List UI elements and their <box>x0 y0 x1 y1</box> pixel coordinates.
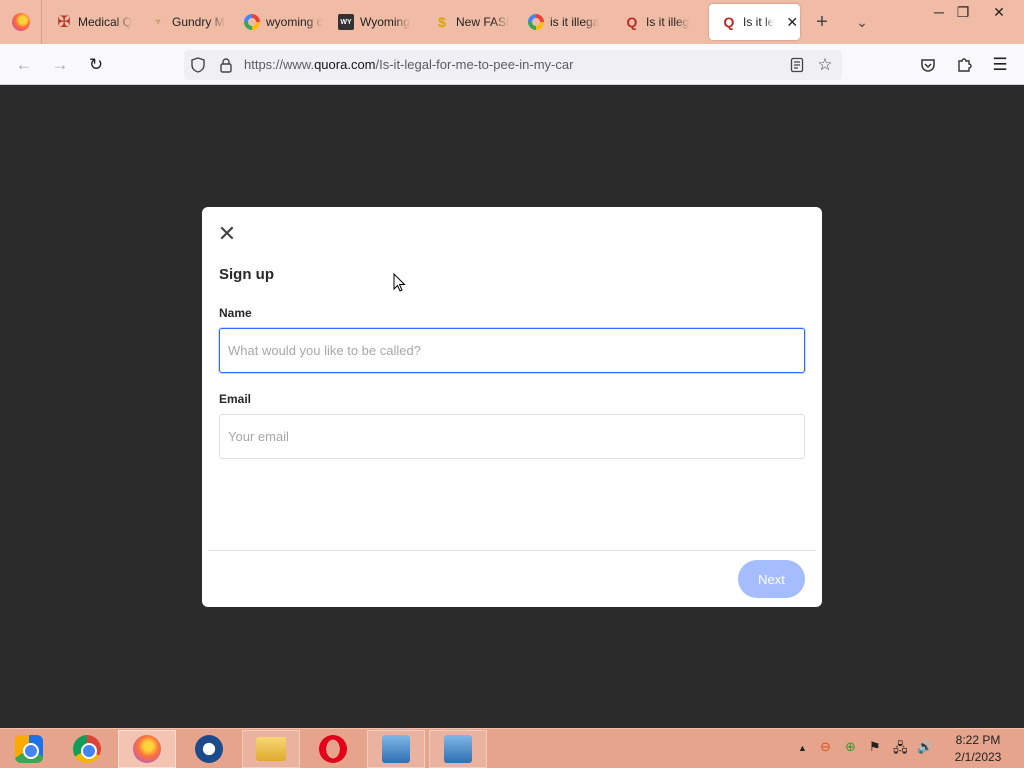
taskbar-file-explorer[interactable] <box>242 730 300 768</box>
close-icon[interactable]: ✕ <box>216 223 238 245</box>
tab-strip: ✠ Medical Q ♆ Gundry M G wyoming c WY Wy… <box>0 0 1024 44</box>
extensions-puzzle-icon[interactable] <box>951 52 977 78</box>
quora-favicon-icon: Q <box>626 14 638 30</box>
gundry-favicon-icon: ♆ <box>153 16 163 28</box>
system-clock[interactable]: 8:22 PM 2/1/2023 <box>946 732 1010 766</box>
fasi-favicon-icon: $ <box>438 14 446 30</box>
openvpn-icon <box>195 735 223 763</box>
google-favicon-icon: G <box>528 14 544 30</box>
tab-quora-illegal[interactable]: Q Is it illeg <box>612 0 704 44</box>
modal-title: Sign up <box>219 266 274 283</box>
taskbar-firefox[interactable] <box>118 730 176 768</box>
next-button[interactable]: Next <box>738 560 805 598</box>
lock-icon[interactable] <box>216 55 236 75</box>
url-prefix: https://www. <box>244 57 315 72</box>
email-input[interactable] <box>219 414 805 459</box>
tab-title: wyoming c <box>266 15 323 29</box>
medical-favicon-icon: ✠ <box>57 14 71 31</box>
hamburger-menu-icon[interactable]: ☰ <box>987 52 1013 78</box>
network-status-icon[interactable]: 🖧 <box>893 739 908 761</box>
taskbar-chromium[interactable] <box>0 730 58 768</box>
tab-title: New FASI <box>456 15 510 29</box>
tracking-protection-shield-icon[interactable] <box>188 55 208 75</box>
google-favicon-icon: G <box>244 14 260 30</box>
tab-title: Wyoming <box>360 15 410 29</box>
forward-arrow-icon[interactable]: → <box>47 52 73 78</box>
url-text: https://www.quora.com/Is-it-legal-for-me… <box>244 57 573 72</box>
modal-divider <box>208 550 816 551</box>
navigation-toolbar: ← → ↻ https://www.quora.com/Is-it-legal-… <box>0 44 1024 85</box>
chromium-icon <box>15 735 43 763</box>
tab-medical[interactable]: ✠ Medical Q <box>44 0 136 44</box>
address-bar[interactable]: https://www.quora.com/Is-it-legal-for-me… <box>184 50 842 80</box>
volume-icon[interactable]: 🔊 <box>917 739 933 755</box>
url-domain: quora.com <box>314 57 376 72</box>
stop-tray-icon[interactable]: ⊖ <box>820 739 831 755</box>
tab-gundry[interactable]: ♆ Gundry M <box>138 0 230 44</box>
list-all-tabs-chevron-icon[interactable]: ⌄ <box>850 10 874 34</box>
windows-taskbar: ▲ ⊖ ⊕ ⚑ 🖧 🔊 8:22 PM 2/1/2023 <box>0 728 1024 768</box>
tab-title: Medical Q <box>78 15 133 29</box>
clock-date: 2/1/2023 <box>954 750 1002 764</box>
tab-new-fasi[interactable]: $ New FASI <box>422 0 514 44</box>
network-icon <box>444 735 472 763</box>
url-path: /Is-it-legal-for-me-to-pee-in-my-car <box>375 57 574 72</box>
bookmark-star-icon[interactable]: ☆ <box>815 55 835 75</box>
show-hidden-icons-chevron-icon[interactable]: ▲ <box>798 743 807 753</box>
pocket-icon[interactable] <box>915 52 941 78</box>
restore-button[interactable]: ❐ <box>946 0 980 24</box>
new-tab-button[interactable]: + <box>810 10 834 34</box>
close-tab-icon[interactable]: ✕ <box>786 14 798 31</box>
email-label: Email <box>219 392 252 406</box>
taskbar-openvpn[interactable] <box>180 730 238 768</box>
tab-quora-legal-active[interactable]: Q Is it le ✕ <box>709 4 800 40</box>
tab-is-it-illegal-search[interactable]: G is it illega <box>516 0 608 44</box>
tab-title: Is it illeg <box>646 15 690 29</box>
close-window-button[interactable]: ✕ <box>982 0 1016 24</box>
firefox-icon <box>133 735 161 763</box>
quora-favicon-icon: Q <box>723 14 735 30</box>
taskbar-chrome[interactable] <box>58 730 116 768</box>
tab-title: Is it le <box>743 15 775 29</box>
name-input[interactable] <box>219 328 805 373</box>
back-arrow-icon[interactable]: ← <box>11 52 37 78</box>
file-explorer-icon <box>256 737 286 761</box>
tab-wyoming-search[interactable]: G wyoming c <box>232 0 324 44</box>
taskbar-network-1[interactable] <box>367 730 425 768</box>
taskbar-network-2[interactable] <box>429 730 487 768</box>
opera-icon <box>319 735 347 763</box>
firefox-view-button[interactable] <box>0 0 42 44</box>
chrome-icon <box>73 735 101 763</box>
tab-title: is it illega <box>550 15 600 29</box>
add-tray-icon[interactable]: ⊕ <box>845 739 856 755</box>
tab-wyoming[interactable]: WY Wyoming <box>326 0 418 44</box>
action-center-flag-icon[interactable]: ⚑ <box>869 739 881 755</box>
tab-title: Gundry M <box>172 15 225 29</box>
reload-icon[interactable]: ↻ <box>83 52 109 78</box>
reader-view-icon[interactable] <box>787 55 807 75</box>
mouse-pointer-icon <box>393 272 406 298</box>
clock-time: 8:22 PM <box>955 733 1001 747</box>
name-label: Name <box>219 306 252 320</box>
firefox-icon <box>11 13 30 31</box>
wyoming-favicon-icon: WY <box>338 14 354 30</box>
taskbar-opera[interactable] <box>304 730 362 768</box>
network-icon <box>382 735 410 763</box>
signup-modal: ✕ Sign up Name Email Next <box>202 207 822 607</box>
